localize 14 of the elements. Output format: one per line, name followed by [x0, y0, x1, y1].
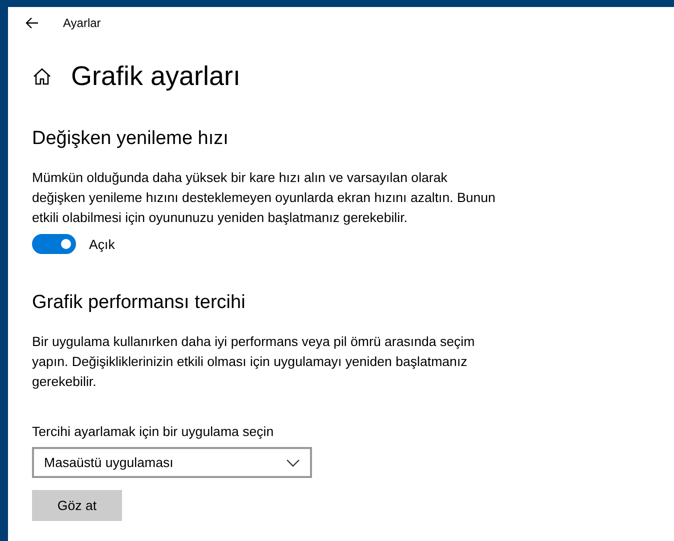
- window-title: Ayarlar: [63, 16, 101, 30]
- section-description: Bir uygulama kullanırken daha iyi performans veya pil ömrü arasında seçim yapın. Değişikliklerinizin etkili olması için uygulamayı yeniden başlatmanız gerekebilir.: [32, 333, 476, 391]
- app-type-dropdown[interactable]: Masaüstü uygulaması: [32, 447, 312, 478]
- section-heading: Değişken yenileme hızı: [32, 128, 230, 150]
- page-title: Grafik ayarları: [71, 61, 241, 92]
- browse-button[interactable]: Göz at: [32, 490, 122, 521]
- toggle-switch[interactable]: [32, 234, 76, 254]
- chevron-down-icon: [286, 458, 300, 466]
- section-description: Mümkün olduğunda daha yüksek bir kare hızı alın ve varsayılan olarak değişken yenileme hızını desteklemeyen oyunlarda ekran hızını azaltın. Bunun etkili olabilmesi için oyununuzu yeniden başlatmanız gerekebilir.: [32, 169, 496, 227]
- toggle-label: Açık: [89, 236, 115, 252]
- back-arrow-icon[interactable]: [25, 17, 39, 29]
- section-heading: Grafik performansı tercihi: [32, 292, 246, 314]
- field-label: Tercihi ayarlamak için bir uygulama seçin: [32, 424, 275, 439]
- home-icon[interactable]: [33, 68, 51, 85]
